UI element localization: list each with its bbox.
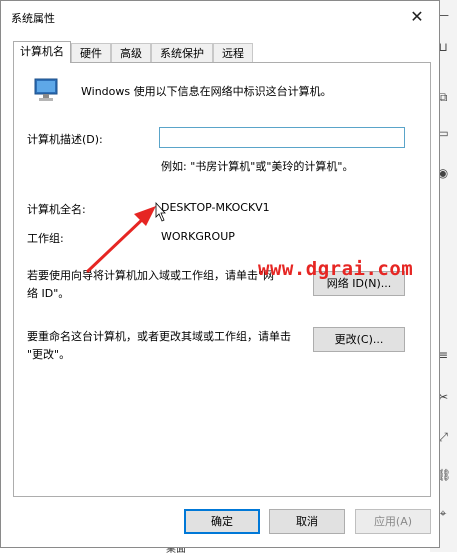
workgroup-value: WORKGROUP bbox=[161, 230, 235, 243]
tab-computer-name[interactable]: 计算机名 bbox=[13, 41, 71, 63]
rename-text-line2: "更改"。 bbox=[27, 348, 71, 361]
tab-hardware[interactable]: 硬件 bbox=[71, 43, 111, 62]
description-example: 例如: "书房计算机"或"美玲的计算机"。 bbox=[161, 160, 354, 173]
title-bar: 系统属性 ✕ bbox=[1, 1, 439, 33]
network-id-text-line2: 络 ID"。 bbox=[27, 287, 70, 300]
workgroup-label: 工作组: bbox=[27, 232, 64, 245]
tab-remote[interactable]: 远程 bbox=[213, 43, 253, 62]
network-id-text-line1: 若要使用向导将计算机加入域或工作组，请单击"网 bbox=[27, 269, 275, 282]
description-label: 计算机描述(D): bbox=[27, 133, 103, 146]
change-button[interactable]: 更改(C)... bbox=[313, 327, 405, 352]
cancel-button[interactable]: 取消 bbox=[269, 509, 345, 534]
intro-text: Windows 使用以下信息在网络中标识这台计算机。 bbox=[81, 85, 332, 98]
tab-system-protection[interactable]: 系统保护 bbox=[151, 43, 213, 62]
apply-button[interactable]: 应用(A) bbox=[355, 509, 431, 534]
close-icon[interactable]: ✕ bbox=[395, 1, 439, 33]
full-name-label: 计算机全名: bbox=[27, 203, 86, 216]
ok-button[interactable]: 确定 bbox=[184, 509, 260, 534]
tab-advanced[interactable]: 高级 bbox=[111, 43, 151, 62]
full-name-value: DESKTOP-MKOCKV1 bbox=[161, 201, 270, 214]
computer-description-input[interactable] bbox=[159, 127, 405, 148]
computer-icon bbox=[34, 78, 58, 101]
watermark-text: www.dgrai.com bbox=[258, 258, 414, 280]
rename-text-line1: 要重命名这台计算机，或者更改其域或工作组，请单击 bbox=[27, 330, 291, 343]
window-title: 系统属性 bbox=[11, 12, 55, 25]
